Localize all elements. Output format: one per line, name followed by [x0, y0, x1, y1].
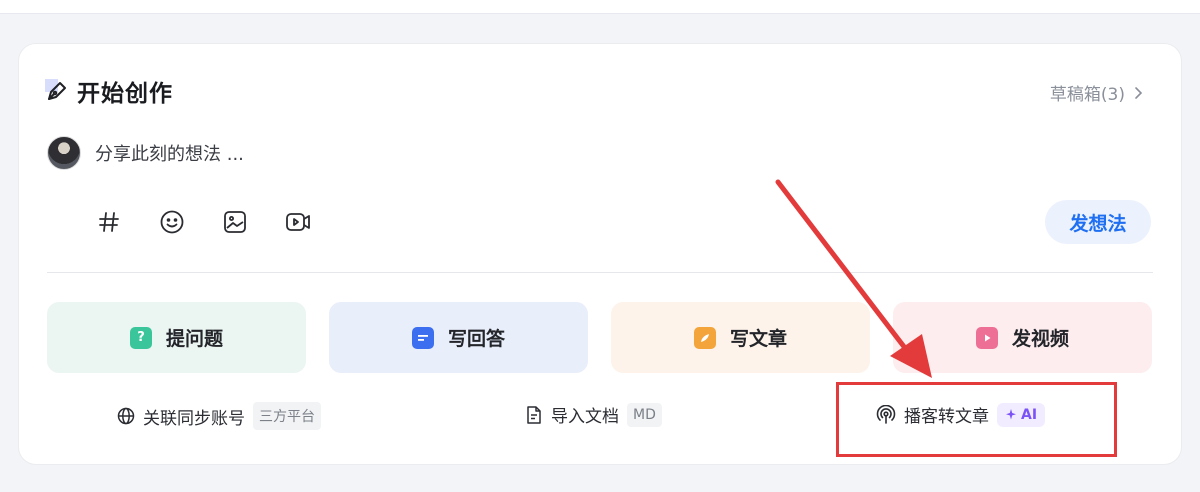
post-video-button[interactable]: 发视频 [893, 302, 1152, 373]
avatar[interactable] [47, 136, 81, 170]
import-doc-button[interactable]: 导入文档 MD [525, 402, 662, 427]
action-label: 提问题 [165, 328, 223, 350]
import-doc-label: 导入文档 [551, 407, 619, 427]
link-account-label: 关联同步账号 [143, 408, 245, 429]
image-icon[interactable] [221, 208, 249, 236]
write-article-button[interactable]: 写文章 [611, 302, 870, 373]
article-icon [693, 326, 716, 349]
md-tag: MD [627, 402, 662, 427]
write-answer-button[interactable]: 写回答 [329, 302, 588, 373]
question-icon: ? [129, 326, 152, 349]
action-label: 写回答 [447, 328, 505, 350]
video-icon [975, 326, 998, 349]
divider [47, 272, 1153, 273]
answer-icon [411, 326, 434, 349]
action-label: 发视频 [1011, 328, 1069, 350]
annotation-highlight-box [836, 382, 1117, 457]
globe-icon [117, 407, 135, 425]
composer-toolbar [95, 208, 312, 236]
chevron-right-icon [1135, 86, 1143, 99]
third-party-tag: 三方平台 [253, 402, 321, 430]
composer[interactable]: 分享此刻的想法 ... [47, 136, 244, 170]
ask-question-button[interactable]: ? 提问题 [47, 302, 306, 373]
drafts-label: 草稿箱(3) [1049, 85, 1125, 105]
action-buttons: ? 提问题 写回答 写文章 发视频 [47, 302, 1152, 373]
action-label: 写文章 [729, 328, 787, 350]
pen-icon [45, 79, 69, 103]
composer-placeholder[interactable]: 分享此刻的想法 ... [95, 140, 244, 166]
card-header: 开始创作 [45, 74, 173, 108]
drafts-link[interactable]: 草稿箱(3) [1050, 80, 1143, 105]
page-title: 开始创作 [77, 81, 173, 107]
emoji-icon[interactable] [158, 208, 186, 236]
video-icon[interactable] [284, 208, 312, 236]
post-idea-button[interactable]: 发想法 [1045, 200, 1151, 244]
link-account-button[interactable]: 关联同步账号 三方平台 [117, 402, 321, 430]
top-strip [0, 0, 1200, 14]
hashtag-icon[interactable] [95, 208, 123, 236]
document-icon [527, 405, 541, 424]
